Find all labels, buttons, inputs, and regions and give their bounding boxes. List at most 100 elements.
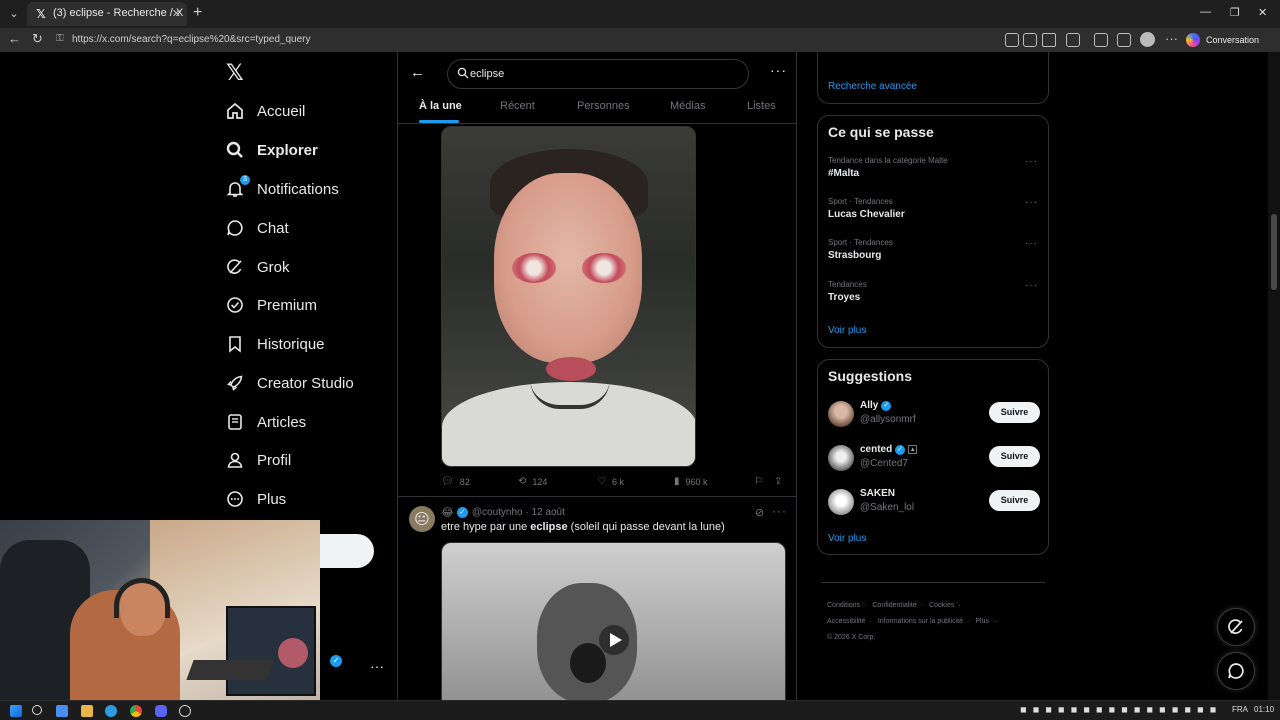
footer-terms-link[interactable]: Conditions bbox=[827, 602, 860, 609]
share-button[interactable]: ⇪ bbox=[774, 476, 788, 487]
back-arrow-icon[interactable]: ← bbox=[410, 64, 425, 81]
trend-item[interactable]: Tendance dans la catégorie Malte #Malta … bbox=[828, 156, 1040, 186]
chrome-icon[interactable] bbox=[130, 705, 142, 717]
trend-more-icon[interactable]: ··· bbox=[1025, 238, 1038, 249]
suggestion-item[interactable]: cented ✓ ▲ @Cented7 Suivre bbox=[828, 444, 1040, 474]
settings-more-icon[interactable]: ··· bbox=[1165, 31, 1178, 46]
window-close-icon[interactable]: ✕ bbox=[1258, 6, 1267, 19]
tweet-video[interactable] bbox=[441, 542, 786, 700]
file-explorer-icon[interactable] bbox=[81, 705, 93, 717]
footer-more-link[interactable]: Plus ··· bbox=[975, 618, 998, 625]
follow-button[interactable]: Suivre bbox=[989, 446, 1040, 467]
x-logo-icon[interactable]: 𝕏 bbox=[226, 60, 244, 86]
tab-a-la-une[interactable]: À la une bbox=[419, 100, 462, 112]
trend-more-icon[interactable]: ··· bbox=[1025, 156, 1038, 167]
url-field[interactable]: ⚿ https://x.com/search?q=eclipse%20&src=… bbox=[50, 30, 990, 50]
grok-icon[interactable]: ⊘ bbox=[755, 506, 764, 519]
nav-item-premium[interactable]: Premium bbox=[226, 290, 317, 320]
edge-icon[interactable] bbox=[105, 705, 117, 717]
trend-item[interactable]: Sport · Tendances Lucas Chevalier ··· bbox=[828, 197, 1040, 227]
browser-essentials-icon[interactable] bbox=[1094, 33, 1108, 47]
obs-icon[interactable] bbox=[179, 705, 191, 717]
favorites-icon[interactable] bbox=[1117, 33, 1131, 47]
tab-medias[interactable]: Médias bbox=[670, 100, 705, 112]
discord-icon[interactable] bbox=[155, 705, 167, 717]
browser-tab[interactable]: 𝕏 (3) eclipse - Recherche / X ✕ bbox=[27, 2, 187, 26]
site-info-icon[interactable]: ⚿ bbox=[56, 33, 64, 44]
views-button[interactable]: ▮ 960 k bbox=[674, 476, 708, 487]
nav-item-plus[interactable]: Plus bbox=[226, 484, 286, 514]
tab-recent[interactable]: Récent bbox=[500, 100, 535, 112]
tab-actions-menu-icon[interactable]: ⌄ bbox=[4, 4, 24, 24]
footer-privacy-link[interactable]: Confidentialité bbox=[872, 602, 916, 609]
keyboard-language[interactable]: FRA bbox=[1232, 705, 1248, 714]
trend-item[interactable]: Tendances Troyes ··· bbox=[828, 280, 1040, 310]
clock-time[interactable]: 01:10 bbox=[1254, 705, 1274, 714]
footer-dot: · bbox=[958, 602, 961, 609]
maximize-icon[interactable]: ❐ bbox=[1230, 6, 1240, 19]
profile-avatar[interactable] bbox=[1140, 32, 1155, 47]
app-available-icon[interactable] bbox=[1005, 33, 1019, 47]
nav-item-chat[interactable]: Chat bbox=[226, 213, 289, 243]
avatar[interactable] bbox=[828, 445, 854, 471]
avatar[interactable] bbox=[828, 489, 854, 515]
suggestions-show-more-link[interactable]: Voir plus bbox=[828, 533, 866, 544]
favorite-star-icon[interactable] bbox=[1042, 33, 1056, 47]
footer-ads-info-link[interactable]: Informations sur la publicité bbox=[878, 618, 963, 625]
tweet-date[interactable]: 12 août bbox=[532, 507, 565, 518]
search-more-icon[interactable]: ··· bbox=[770, 62, 787, 78]
page-scrollbar[interactable] bbox=[1268, 52, 1280, 700]
tweet-handle[interactable]: @coutynho bbox=[472, 507, 523, 518]
messages-floating-button[interactable] bbox=[1217, 652, 1255, 690]
reply-button[interactable]: 💬︎ 82 bbox=[441, 476, 470, 487]
tab-listes[interactable]: Listes bbox=[747, 100, 776, 112]
footer-cookies-link[interactable]: Cookies bbox=[929, 602, 954, 609]
suggestion-item[interactable]: Ally ✓ @allysonmrf Suivre bbox=[828, 400, 1040, 430]
nav-item-profil[interactable]: Profil bbox=[226, 445, 291, 475]
nav-item-notifications[interactable]: 3 Notifications bbox=[226, 174, 339, 204]
nav-item-accueil[interactable]: Accueil bbox=[226, 96, 305, 126]
trend-more-icon[interactable]: ··· bbox=[1025, 197, 1038, 208]
trend-more-icon[interactable]: ··· bbox=[1025, 280, 1038, 291]
extensions-icon[interactable] bbox=[1066, 33, 1080, 47]
footer-accessibility-link[interactable]: Accessibilité bbox=[827, 618, 866, 625]
trend-item[interactable]: Sport · Tendances Strasbourg ··· bbox=[828, 238, 1040, 268]
copilot-conversation-button[interactable]: Conversation bbox=[1186, 31, 1259, 49]
nav-item-articles[interactable]: Articles bbox=[226, 407, 306, 437]
back-icon[interactable]: ← bbox=[8, 31, 21, 46]
account-menu-more-icon[interactable]: ··· bbox=[370, 658, 384, 674]
tweet-more-icon[interactable]: ··· bbox=[772, 504, 787, 518]
tab-personnes[interactable]: Personnes bbox=[577, 100, 630, 112]
tab-close-icon[interactable]: ✕ bbox=[172, 7, 181, 20]
suggestion-handle: @allysonmrf bbox=[860, 414, 916, 425]
search-box[interactable] bbox=[447, 59, 749, 89]
follow-button[interactable]: Suivre bbox=[989, 402, 1040, 423]
start-windows-icon[interactable] bbox=[10, 705, 22, 717]
avatar[interactable] bbox=[828, 401, 854, 427]
suggestion-item[interactable]: SAKEN @Saken_lol Suivre bbox=[828, 488, 1040, 518]
taskbar-app-icon[interactable] bbox=[56, 705, 68, 717]
avatar[interactable]: 😐 bbox=[409, 506, 435, 532]
reading-view-icon[interactable] bbox=[1023, 33, 1037, 47]
like-button[interactable]: ♡ 6 k bbox=[597, 476, 624, 487]
photo-left-eye bbox=[512, 253, 556, 283]
minimize-icon[interactable]: — bbox=[1200, 6, 1211, 18]
nav-item-grok[interactable]: Grok bbox=[226, 252, 290, 282]
grok-floating-button[interactable] bbox=[1217, 608, 1255, 646]
scrollbar-thumb[interactable] bbox=[1271, 214, 1277, 290]
search-input[interactable] bbox=[470, 65, 730, 83]
repost-button[interactable]: ⟲ 124 bbox=[518, 476, 547, 487]
bookmark-button[interactable]: ⚐ bbox=[754, 476, 769, 487]
refresh-icon[interactable]: ↻ bbox=[32, 31, 43, 47]
trends-show-more-link[interactable]: Voir plus bbox=[828, 325, 866, 336]
advanced-search-link[interactable]: Recherche avancée bbox=[828, 81, 917, 92]
nav-item-explorer[interactable]: Explorer bbox=[226, 135, 318, 165]
play-icon[interactable] bbox=[599, 625, 629, 655]
nav-item-creator-studio[interactable]: Creator Studio bbox=[226, 368, 354, 398]
follow-button[interactable]: Suivre bbox=[989, 490, 1040, 511]
tweet-photo[interactable] bbox=[441, 126, 696, 467]
nav-item-historique[interactable]: Historique bbox=[226, 329, 325, 359]
taskbar-search-icon[interactable] bbox=[32, 705, 42, 715]
system-tray-icons[interactable]: ◼◼◼◼◼◼◼◼◼◼◼◼◼◼◼◼ bbox=[1020, 705, 1222, 714]
new-tab-icon[interactable]: + bbox=[193, 4, 202, 22]
